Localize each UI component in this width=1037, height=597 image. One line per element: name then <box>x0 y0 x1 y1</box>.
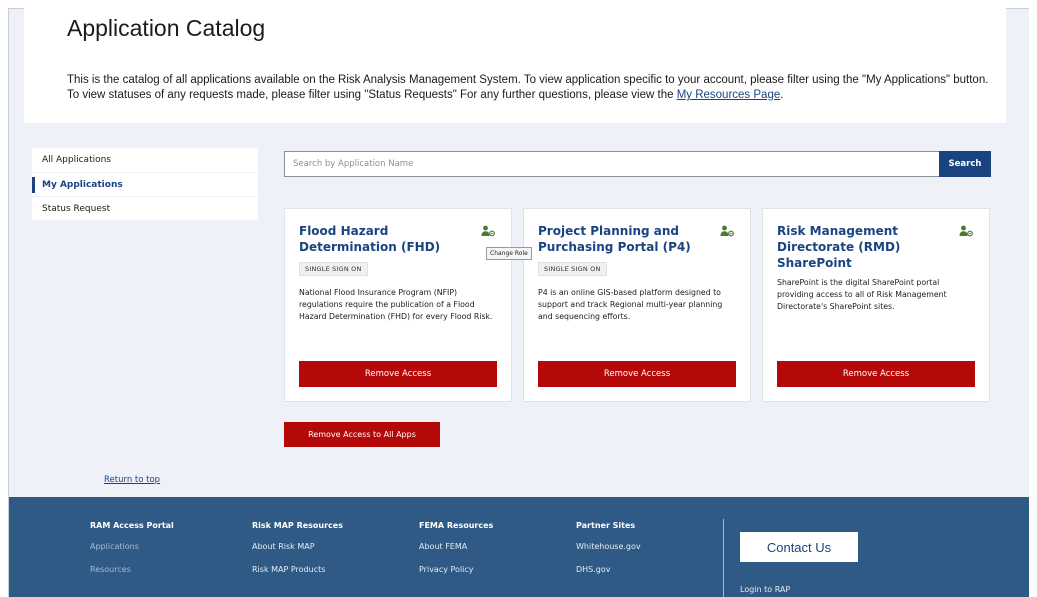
card-description: P4 is an online GIS-based platform desig… <box>538 288 723 321</box>
footer-col-riskmap: Risk MAP Resources About Risk MAP Risk M… <box>252 521 343 588</box>
sso-badge: SINGLE SIGN ON <box>299 262 368 276</box>
intro-text: This is the catalog of all applications … <box>67 73 997 103</box>
footer-divider <box>723 519 724 597</box>
search-input[interactable] <box>284 151 940 177</box>
card-description: National Flood Insurance Program (NFIP) … <box>299 288 493 321</box>
footer-heading: RAM Access Portal <box>90 521 174 530</box>
footer-link-resources[interactable]: Resources <box>90 565 174 574</box>
footer-col-ram: RAM Access Portal Applications Resources <box>90 521 174 588</box>
footer-heading: Partner Sites <box>576 521 636 530</box>
intro-end: . <box>780 89 784 101</box>
footer-link-about-risk-map[interactable]: About Risk MAP <box>252 542 343 551</box>
card-title[interactable]: Risk Management Directorate (RMD) ShareP… <box>777 223 952 271</box>
footer-link-whitehouse[interactable]: Whitehouse.gov <box>576 542 641 551</box>
footer-link-risk-map-products[interactable]: Risk MAP Products <box>252 565 343 574</box>
remove-access-all-button[interactable]: Remove Access to All Apps <box>284 422 440 447</box>
change-role-icon[interactable] <box>959 225 973 237</box>
remove-access-button[interactable]: Remove Access <box>777 361 975 387</box>
header-card: Application Catalog This is the catalog … <box>24 8 1006 123</box>
contact-us-button[interactable]: Contact Us <box>740 532 858 562</box>
sidenav-item-status-request[interactable]: Status Request <box>32 196 258 220</box>
side-nav: All Applications My Applications Status … <box>32 148 258 220</box>
footer-link-about-fema[interactable]: About FEMA <box>419 542 493 551</box>
remove-access-button[interactable]: Remove Access <box>538 361 736 387</box>
footer-link-dhs[interactable]: DHS.gov <box>576 565 641 574</box>
search-button[interactable]: Search <box>939 151 991 177</box>
card-title[interactable]: Flood Hazard Determination (FHD) <box>299 223 474 255</box>
card-description: SharePoint is the digital SharePoint por… <box>777 278 947 311</box>
change-role-icon[interactable] <box>720 225 734 237</box>
footer-col-partners: Partner Sites Whitehouse.gov DHS.gov <box>576 521 641 588</box>
app-card-fhd: Flood Hazard Determination (FHD) SINGLE … <box>284 208 512 402</box>
remove-access-button[interactable]: Remove Access <box>299 361 497 387</box>
footer-heading: FEMA Resources <box>419 521 494 530</box>
footer-col-fema: FEMA Resources About FEMA Privacy Policy <box>419 521 493 588</box>
intro-body: This is the catalog of all applications … <box>67 74 989 101</box>
change-role-tooltip: Change Role <box>486 247 532 260</box>
sidenav-item-all-applications[interactable]: All Applications <box>32 148 258 172</box>
my-resources-link[interactable]: My Resources Page <box>677 89 781 101</box>
change-role-icon[interactable] <box>481 225 495 237</box>
sidenav-item-my-applications[interactable]: My Applications <box>32 172 258 196</box>
card-title[interactable]: Project Planning and Purchasing Portal (… <box>538 223 713 255</box>
footer-heading: Risk MAP Resources <box>252 521 343 530</box>
app-card-p4: Project Planning and Purchasing Portal (… <box>523 208 751 402</box>
app-card-rmd-sharepoint: Risk Management Directorate (RMD) ShareP… <box>762 208 990 402</box>
return-to-top-link[interactable]: Return to top <box>104 475 160 485</box>
footer-link-applications[interactable]: Applications <box>90 542 174 551</box>
page-title: Application Catalog <box>67 15 266 41</box>
sso-badge: SINGLE SIGN ON <box>538 262 607 276</box>
footer-link-privacy-policy[interactable]: Privacy Policy <box>419 565 493 574</box>
site-footer: RAM Access Portal Applications Resources… <box>9 497 1029 597</box>
login-to-rap-link[interactable]: Login to RAP <box>740 585 790 594</box>
